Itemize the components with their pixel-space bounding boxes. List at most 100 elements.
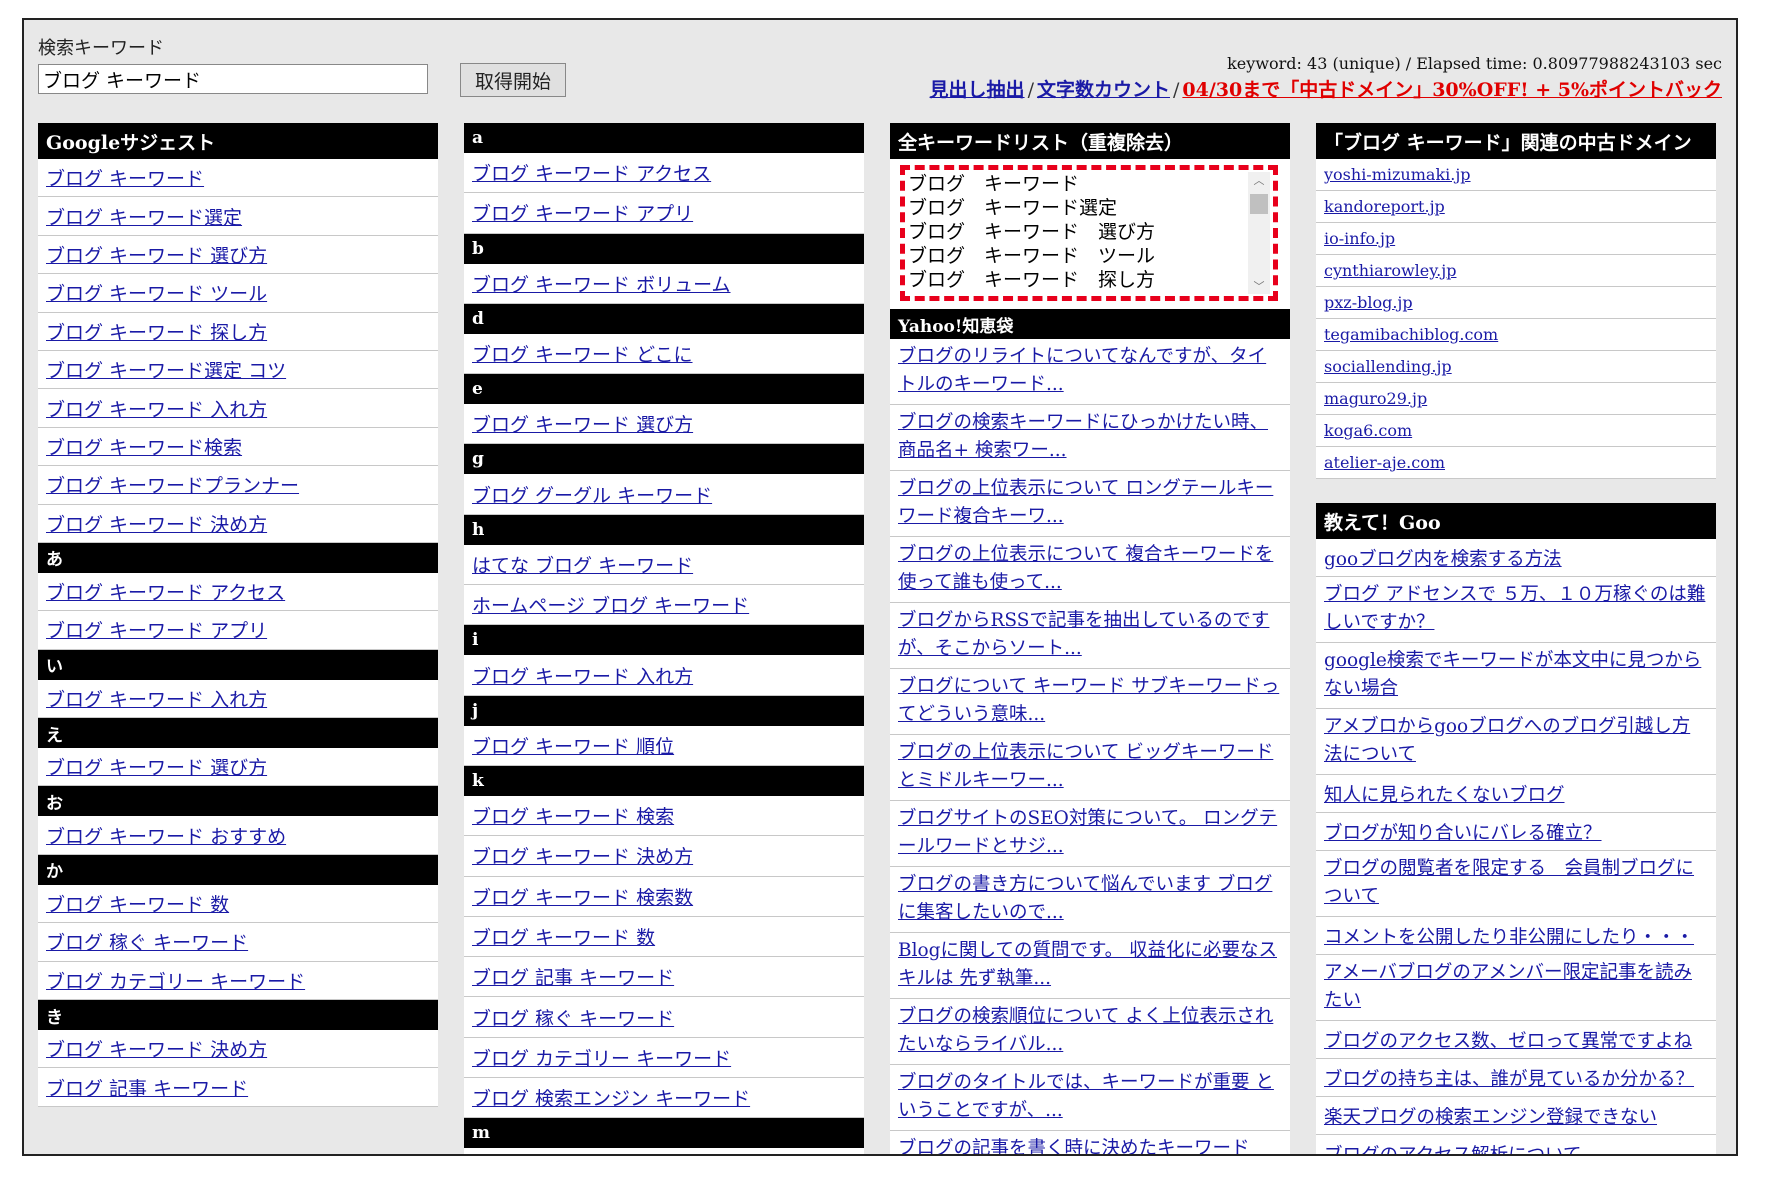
- list-item-link[interactable]: ブログ キーワード 入れ方: [472, 662, 693, 689]
- scroll-down-icon[interactable]: ﹀: [1248, 278, 1270, 294]
- list-item-link[interactable]: ブログの記事を書く時に決めたキーワードで...: [898, 1135, 1282, 1154]
- list-item-link[interactable]: koga6.com: [1324, 421, 1412, 440]
- list-item-link[interactable]: sociallending.jp: [1324, 357, 1452, 376]
- list-item-link[interactable]: ブログ キーワード選定 コツ: [46, 356, 286, 383]
- list-item-link[interactable]: kandoreport.jp: [1324, 197, 1445, 216]
- list-item-link[interactable]: atelier-aje.com: [1324, 453, 1445, 472]
- list-item-link[interactable]: はてな ブログ キーワード: [472, 551, 693, 578]
- list-item-link[interactable]: ブログ キーワードプランナー: [46, 471, 299, 498]
- list-item-link[interactable]: ブログのアクセス解析について: [1324, 1141, 1582, 1155]
- list-item: sociallending.jp: [1316, 351, 1716, 383]
- list-item-link[interactable]: ブログについて キーワード サブキーワードってどういう意味...: [898, 673, 1282, 729]
- list-item-link[interactable]: ブログ キーワード 選び方: [46, 241, 267, 268]
- top-link[interactable]: 見出し抽出: [930, 79, 1025, 101]
- fetch-button[interactable]: 取得開始: [460, 63, 566, 97]
- list-item-link[interactable]: ブログ キーワード: [46, 164, 204, 191]
- keyword-list-content[interactable]: ブログ キーワード ブログ キーワード選定 ブログ キーワード 選び方 ブログ キーワ…: [908, 172, 1245, 294]
- list-item: ブログ キーワード ツール: [38, 274, 438, 313]
- list-item-link[interactable]: ブログの検索順位について よく上位表示されたいならライバル...: [898, 1003, 1282, 1059]
- list-item-link[interactable]: ブログ キーワード 検索数: [472, 883, 693, 910]
- list-item-link[interactable]: ブログ 記事 キーワード: [46, 1074, 248, 1101]
- list-item-link[interactable]: ブログ 検索エンジン キーワード: [472, 1084, 750, 1111]
- list-item-link[interactable]: Blogに関しての質問です。 収益化に必要なスキルは 先ず執筆...: [898, 937, 1282, 993]
- list-item-link[interactable]: ブログ キーワード 数: [472, 923, 655, 950]
- list-item-link[interactable]: ブログの検索キーワードにひっかけたい時、商品名+ 検索ワー...: [898, 409, 1282, 465]
- list-item-link[interactable]: ブログ 稼ぐ キーワード: [472, 1004, 674, 1031]
- list-item-link[interactable]: ブログ キーワード検索: [46, 433, 242, 460]
- scroll-thumb[interactable]: [1250, 194, 1268, 214]
- list-item-link[interactable]: ブログからRSSで記事を抽出しているのですが、そこからソート...: [898, 607, 1282, 663]
- list-item-link[interactable]: ブログ キーワード マナブ: [472, 1154, 693, 1156]
- list-item-link[interactable]: ブログ キーワード 選び方: [46, 753, 267, 780]
- list-item-link[interactable]: ブログの上位表示について ビッグキーワードとミドルキーワー...: [898, 739, 1282, 795]
- list-item-link[interactable]: ブログ キーワード アクセス: [46, 578, 285, 605]
- list-item-link[interactable]: 楽天ブログの検索エンジン登録できない: [1324, 1103, 1657, 1129]
- list-item-link[interactable]: ブログ 稼ぐ キーワード: [46, 928, 248, 955]
- top-link[interactable]: 文字数カウント: [1037, 79, 1170, 101]
- list-item-link[interactable]: コメントを公開したり非公開にしたり・・・: [1324, 923, 1694, 949]
- list-item-link[interactable]: ホームページ ブログ キーワード: [472, 591, 749, 618]
- list-item-link[interactable]: ブログの持ち主は、誰が見ているか分かる？: [1324, 1065, 1694, 1091]
- list-item-link[interactable]: ブログの上位表示について 複合キーワードを使って誰も使って...: [898, 541, 1282, 597]
- list-item-link[interactable]: ブログの閲覧者を限定する 会員制ブログについて: [1324, 855, 1708, 911]
- list-item-link[interactable]: ブログ キーワード 入れ方: [46, 395, 267, 422]
- list-item-link[interactable]: cynthiarowley.jp: [1324, 261, 1456, 280]
- list-item-link[interactable]: tegamibachiblog.com: [1324, 325, 1498, 344]
- keyword-option[interactable]: ブログ キーワード 探し方: [908, 268, 1245, 292]
- search-input[interactable]: [38, 64, 428, 94]
- keyword-option[interactable]: ブログ キーワード選定: [908, 196, 1245, 220]
- list-item-link[interactable]: アメブロからgooブログへのブログ引越し方法について: [1324, 713, 1708, 769]
- list-item-link[interactable]: ブログ キーワード 数: [46, 890, 229, 917]
- keyword-list-header: 全キーワードリスト（重複除去）: [890, 123, 1290, 159]
- list-item-link[interactable]: ブログ キーワード アクセス: [472, 159, 711, 186]
- domain-list: yoshi-mizumaki.jp kandoreport.jp io-info.j…: [1316, 159, 1716, 479]
- list-item-link[interactable]: ブログ アドセンスで ５万、１０万稼ぐのは難しいですか？: [1324, 581, 1708, 637]
- keyword-option[interactable]: ブログ キーワード 選び方: [908, 220, 1245, 244]
- list-item-link[interactable]: ブログ キーワード ツール: [46, 279, 267, 306]
- list-item-link[interactable]: ブログ 記事 キーワード: [472, 963, 674, 990]
- list-item-link[interactable]: pxz-blog.jp: [1324, 293, 1413, 312]
- list-item-link[interactable]: ブログ キーワード 決め方: [46, 1035, 267, 1062]
- list-item-link[interactable]: maguro29.jp: [1324, 389, 1427, 408]
- list-item-link[interactable]: ブログ カテゴリー キーワード: [46, 967, 305, 994]
- list-item: ブログ 稼ぐ キーワード: [38, 923, 438, 962]
- list-item-link[interactable]: ブログ キーワード選定: [46, 203, 242, 230]
- list-item-link[interactable]: gooブログ内を検索する方法: [1324, 545, 1562, 571]
- list-item-link[interactable]: ブログ キーワード 選び方: [472, 410, 693, 437]
- list-item-link[interactable]: ブログ カテゴリー キーワード: [472, 1044, 731, 1071]
- list-item: ブログの持ち主は、誰が見ているか分かる？: [1316, 1059, 1716, 1097]
- keyword-option[interactable]: ブログ キーワード ツール: [908, 244, 1245, 268]
- list-item-link[interactable]: ブログのリライトについてなんですが、タイトルのキーワード...: [898, 343, 1282, 399]
- list-item-link[interactable]: ブログのタイトルでは、キーワードが重要 ということですが、...: [898, 1069, 1282, 1125]
- list-item: ブログの検索順位について よく上位表示されたいならライバル...: [890, 999, 1290, 1065]
- list-item-link[interactable]: ブログ キーワード どこに: [472, 340, 693, 367]
- list-item-link[interactable]: ブログ キーワード 入れ方: [46, 685, 267, 712]
- list-item-link[interactable]: ブログサイトのSEO対策について。 ロングテールワードとサジ...: [898, 805, 1282, 861]
- list-item-link[interactable]: google検索でキーワードが本文中に見つからない場合: [1324, 647, 1708, 703]
- keyword-list-box[interactable]: ブログ キーワード ブログ キーワード選定 ブログ キーワード 選び方 ブログ キーワ…: [900, 165, 1278, 301]
- keyword-list-scrollbar[interactable]: ︿ ﹀: [1248, 172, 1270, 294]
- scroll-up-icon[interactable]: ︿: [1248, 172, 1270, 188]
- list-item-link[interactable]: yoshi-mizumaki.jp: [1324, 165, 1471, 184]
- list-item-link[interactable]: ブログ キーワード 順位: [472, 732, 674, 759]
- list-item-link[interactable]: ブログ キーワード 探し方: [46, 318, 267, 345]
- list-item-link[interactable]: ブログ キーワード 決め方: [472, 842, 693, 869]
- list-item-link[interactable]: 知人に見られたくないブログ: [1324, 781, 1565, 807]
- list-item-link[interactable]: ブログの書き方について悩んでいます ブログに集客したいので...: [898, 871, 1282, 927]
- search-label: 検索キーワード: [38, 38, 164, 59]
- list-item-link[interactable]: ブログが知り合いにバレる確立？: [1324, 819, 1602, 845]
- list-item-link[interactable]: ブログの上位表示について ロングテールキーワード複合キーワ...: [898, 475, 1282, 531]
- list-item-link[interactable]: アメーバブログのアメンバー限定記事を読みたい: [1324, 959, 1708, 1015]
- list-item-link[interactable]: ブログ キーワード アプリ: [472, 199, 693, 226]
- list-item-link[interactable]: ブログ キーワード アプリ: [46, 616, 267, 643]
- list-item-link[interactable]: ブログ キーワード 検索: [472, 802, 674, 829]
- list-item-link[interactable]: io-info.jp: [1324, 229, 1395, 248]
- list-item-link[interactable]: ブログ グーグル キーワード: [472, 481, 712, 508]
- list-item-link[interactable]: ブログ キーワード 決め方: [46, 510, 267, 537]
- list-item-link[interactable]: ブログ キーワード おすすめ: [46, 822, 286, 849]
- keyword-option[interactable]: ブログ キーワード: [908, 172, 1245, 196]
- promo-link[interactable]: 04/30まで「中古ドメイン」30%OFF! + 5%ポイントバック: [1182, 79, 1722, 101]
- link-separator: /: [1172, 79, 1180, 101]
- list-item-link[interactable]: ブログのアクセス数、ゼロって異常ですよね: [1324, 1027, 1692, 1053]
- list-item-link[interactable]: ブログ キーワード ボリューム: [472, 270, 731, 297]
